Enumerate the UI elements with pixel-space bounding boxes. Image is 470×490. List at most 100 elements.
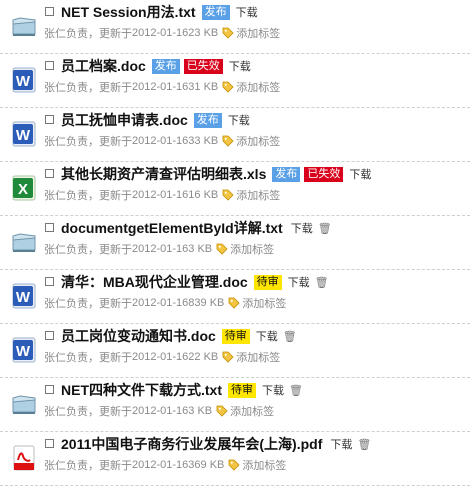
update-date: 2012-01-16 — [132, 459, 189, 471]
file-title-line: NET Session用法.txt 发布 下载 — [61, 2, 258, 22]
svg-text:W: W — [16, 127, 31, 144]
file-title-link[interactable]: 其他长期资产清查评估明细表.xls — [61, 164, 266, 184]
add-tag-link[interactable]: 添加标签 — [242, 295, 286, 311]
xls-file-icon: X — [10, 174, 38, 202]
file-size: 3 KB — [188, 243, 213, 255]
owner-updated-label: 负责，更新于 — [66, 190, 132, 202]
file-row[interactable]: 2011中国电子商务行业发展年会(上海).pdf 下载 🗑 张仁 负责，更新于 201… — [0, 432, 470, 486]
select-checkbox[interactable] — [45, 7, 54, 16]
trash-icon[interactable]: 🗑 — [283, 330, 297, 343]
file-row[interactable]: NET四种文件下载方式.txt 待审 下载 🗑 张仁 负责，更新于 2012-01-16… — [0, 378, 470, 432]
download-link[interactable]: 下载 — [256, 328, 278, 344]
trash-icon[interactable]: 🗑 — [289, 384, 303, 397]
add-tag-link[interactable]: 添加标签 — [230, 241, 274, 257]
file-meta-line: 张仁 负责，更新于 2012-01-16 31 KB 添加标签 — [44, 79, 280, 95]
owner-updated-label: 负责，更新于 — [66, 298, 132, 310]
file-row[interactable]: X 其他长期资产清查评估明细表.xls 发布 已失效 下载 张仁 负责，更新于 2012-… — [0, 162, 470, 216]
download-link[interactable]: 下载 — [262, 382, 284, 398]
file-title-link[interactable]: 清华：MBA现代企业管理.doc — [61, 272, 248, 292]
owner-name: 张仁 — [44, 406, 66, 418]
svg-text:W: W — [16, 73, 31, 90]
doc-file-icon: W — [10, 336, 38, 364]
owner-name: 张仁 — [44, 244, 66, 256]
download-link[interactable]: 下载 — [291, 220, 313, 236]
file-title-line: NET四种文件下载方式.txt 待审 下载 🗑 — [61, 380, 303, 400]
tag-icon — [224, 459, 242, 471]
owner-updated-label: 负责，更新于 — [66, 136, 132, 148]
trash-icon[interactable]: 🗑 — [315, 276, 329, 289]
doc-file-icon: W — [10, 120, 38, 148]
tag-icon — [218, 27, 236, 39]
file-title-link[interactable]: NET四种文件下载方式.txt — [61, 380, 222, 400]
add-tag-link[interactable]: 添加标签 — [242, 457, 286, 473]
file-title-link[interactable]: 员工抚恤申请表.doc — [61, 110, 188, 130]
tag-icon — [212, 405, 230, 417]
file-row[interactable]: W 员工抚恤申请表.doc 发布 下载张仁 负责，更新于 2012-01-16 33 … — [0, 108, 470, 162]
file-title-link[interactable]: 2011中国电子商务行业发展年会(上海).pdf — [61, 434, 322, 454]
update-date: 2012-01-16 — [132, 297, 189, 309]
txt-file-icon — [10, 12, 38, 40]
add-tag-link[interactable]: 添加标签 — [236, 187, 280, 203]
file-title-link[interactable]: 员工岗位变动通知书.doc — [61, 326, 216, 346]
tag-icon — [218, 135, 236, 147]
file-meta-line: 张仁 负责，更新于 2012-01-16 3 KB 添加标签 — [44, 403, 274, 419]
file-meta-line: 张仁 负责，更新于 2012-01-16 33 KB 添加标签 — [44, 133, 280, 149]
file-size: 31 KB — [188, 81, 219, 93]
owner-updated-label: 负责，更新于 — [66, 460, 132, 472]
file-title-line: 员工抚恤申请表.doc 发布 下载 — [61, 110, 250, 130]
trash-icon[interactable]: 🗑 — [357, 438, 371, 451]
add-tag-link[interactable]: 添加标签 — [236, 133, 280, 149]
file-title-link[interactable]: 员工档案.doc — [61, 56, 146, 76]
file-meta-line: 张仁 负责，更新于 2012-01-16 23 KB 添加标签 — [44, 25, 280, 41]
file-size: 369 KB — [188, 459, 225, 471]
file-title-link[interactable]: NET Session用法.txt — [61, 2, 196, 22]
pdf-file-icon — [10, 444, 38, 472]
download-link[interactable]: 下载 — [349, 166, 371, 182]
tag-icon — [218, 81, 236, 93]
select-checkbox[interactable] — [45, 169, 54, 178]
select-checkbox[interactable] — [45, 61, 54, 70]
file-list: NET Session用法.txt 发布 下载 张仁 负责，更新于 2012-01-1… — [0, 0, 470, 486]
owner-name: 张仁 — [44, 28, 66, 40]
file-title-line: 员工岗位变动通知书.doc 待审 下载 🗑 — [61, 326, 297, 346]
download-link[interactable]: 下载 — [236, 4, 258, 20]
file-title-line: documentgetElementById详解.txt 下载 🗑 — [61, 218, 332, 238]
doc-file-icon: W — [10, 282, 38, 310]
file-size: 3 KB — [188, 405, 213, 417]
update-date: 2012-01-16 — [132, 243, 189, 255]
file-row[interactable]: documentgetElementById详解.txt 下载 🗑 张仁 负责，更新于… — [0, 216, 470, 270]
txt-file-icon — [10, 228, 38, 256]
doc-file-icon: W — [10, 66, 38, 94]
select-checkbox[interactable] — [45, 223, 54, 232]
add-tag-link[interactable]: 添加标签 — [236, 25, 280, 41]
select-checkbox[interactable] — [45, 115, 54, 124]
download-link[interactable]: 下载 — [288, 274, 310, 290]
download-link[interactable]: 下载 — [229, 58, 251, 74]
select-checkbox[interactable] — [45, 277, 54, 286]
tag-icon — [218, 351, 236, 363]
published-badge: 发布 — [272, 166, 301, 182]
file-title-line: 2011中国电子商务行业发展年会(上海).pdf 下载 🗑 — [61, 434, 371, 454]
file-meta-line: 张仁 负责，更新于 2012-01-16 3 KB 添加标签 — [44, 241, 274, 257]
file-row[interactable]: NET Session用法.txt 发布 下载 张仁 负责，更新于 2012-01-1… — [0, 0, 470, 54]
tag-icon — [218, 189, 236, 201]
file-size: 23 KB — [188, 27, 219, 39]
select-checkbox[interactable] — [45, 439, 54, 448]
add-tag-link[interactable]: 添加标签 — [236, 349, 280, 365]
update-date: 2012-01-16 — [132, 135, 189, 147]
add-tag-link[interactable]: 添加标签 — [236, 79, 280, 95]
file-title-link[interactable]: documentgetElementById详解.txt — [61, 218, 283, 238]
select-checkbox[interactable] — [45, 385, 54, 394]
owner-updated-label: 负责，更新于 — [66, 406, 132, 418]
file-row[interactable]: W 员工档案.doc 发布 已失效 下载 张仁 负责，更新于 2012-01-16 31 … — [0, 54, 470, 108]
file-title-line: 员工档案.doc 发布 已失效 下载 — [61, 56, 251, 76]
download-link[interactable]: 下载 — [330, 436, 352, 452]
file-row[interactable]: W 清华：MBA现代企业管理.doc 待审 下载 🗑 张仁 负责，更新于 2012-01-… — [0, 270, 470, 324]
file-row[interactable]: W 员工岗位变动通知书.doc 待审 下载 🗑 张仁 负责，更新于 2012-01-16 … — [0, 324, 470, 378]
update-date: 2012-01-16 — [132, 351, 189, 363]
download-link[interactable]: 下载 — [228, 112, 250, 128]
add-tag-link[interactable]: 添加标签 — [230, 403, 274, 419]
trash-icon[interactable]: 🗑 — [318, 222, 332, 235]
expired-badge: 已失效 — [304, 166, 344, 182]
select-checkbox[interactable] — [45, 331, 54, 340]
